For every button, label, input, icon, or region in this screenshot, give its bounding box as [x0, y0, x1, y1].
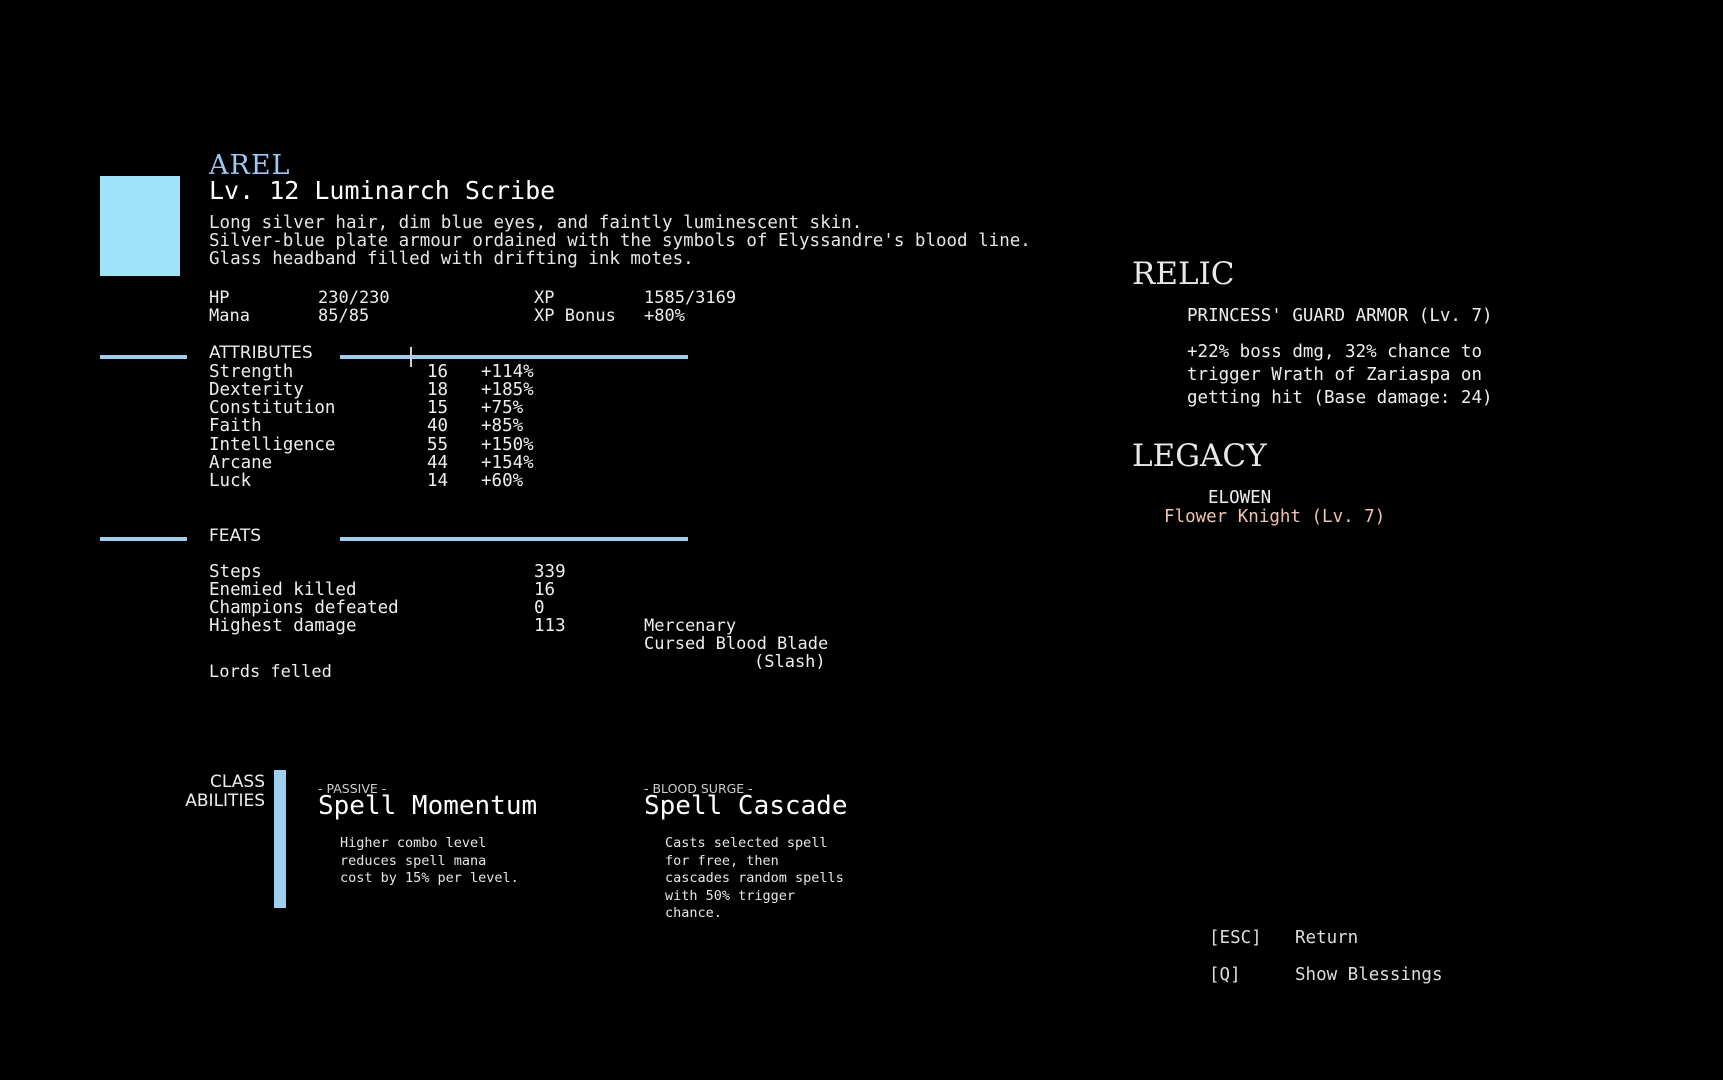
highest-damage-weapon: Cursed Blood Blade: [644, 634, 829, 654]
return-button[interactable]: Return: [1295, 928, 1358, 948]
ability-desc-line: chance.: [665, 905, 722, 921]
q-key-hint: [Q]: [1209, 965, 1241, 985]
attribute-name: Intelligence: [209, 435, 336, 455]
legacy-heading: LEGACY: [1132, 438, 1267, 474]
attribute-value: 40: [427, 416, 449, 436]
feats-label: FEATS: [209, 526, 262, 546]
xp-bonus-value: +80%: [644, 306, 685, 326]
mana-value: 85/85: [318, 306, 370, 326]
class-abilities-label-line: ABILITIES: [185, 791, 265, 811]
ability-desc-spell-momentum: Higher combo level reduces spell mana cost…: [340, 835, 519, 888]
attribute-value: 18: [427, 380, 449, 400]
relic-item-name: PRINCESS' GUARD ARMOR (Lv. 7): [1187, 306, 1493, 326]
feat-value: 113: [534, 616, 566, 636]
relic-heading: RELIC: [1132, 256, 1235, 292]
attribute-name: Arcane: [209, 453, 273, 473]
attribute-value: 15: [427, 398, 449, 418]
feat-value: 0: [534, 598, 545, 618]
feat-value: 16: [534, 580, 556, 600]
character-portrait: [100, 176, 180, 276]
highest-damage-source-type: Mercenary: [644, 616, 737, 636]
attribute-value: 16: [427, 362, 449, 382]
attribute-bonus: +85%: [481, 416, 524, 436]
feat-name: Steps: [209, 562, 262, 582]
feats-divider-right: [340, 537, 688, 541]
attribute-name: Dexterity: [209, 380, 304, 400]
ability-desc-spell-cascade: Casts selected spell for free, then cascad…: [665, 835, 844, 923]
attributes-label: ATTRIBUTES: [209, 343, 313, 363]
attributes-divider-right: [340, 355, 688, 359]
ability-desc-line: cascades random spells: [665, 870, 844, 886]
attribute-value: 55: [427, 435, 449, 455]
description-line: Long silver hair, dim blue eyes, and fai…: [209, 213, 863, 233]
attribute-name: Strength: [209, 362, 294, 382]
ability-desc-line: for free, then: [665, 852, 779, 869]
attribute-bonus: +150%: [481, 435, 534, 455]
abilities-accent-bar: [274, 770, 286, 908]
character-class: Lv. 12 Luminarch Scribe: [209, 176, 556, 205]
esc-key-hint: [ESC]: [1209, 928, 1262, 948]
class-abilities-label: CLASS ABILITIES: [166, 773, 265, 811]
attribute-value: 44: [427, 453, 449, 473]
feat-name: Enemied killed: [209, 580, 357, 600]
attribute-name: Luck: [209, 471, 252, 491]
cursor-mark: [410, 347, 412, 367]
ability-desc-line: with 50% trigger: [665, 887, 796, 904]
ability-name-spell-cascade: Spell Cascade: [644, 791, 848, 821]
mana-label: Mana: [209, 306, 250, 326]
attribute-bonus: +75%: [481, 398, 524, 418]
description-line: Silver-blue plate armour ordained with t…: [209, 231, 1031, 251]
relic-effect-line: +22% boss dmg, 32% chance to: [1187, 342, 1483, 362]
hp-value: 230/230: [318, 288, 390, 308]
relic-effect-line: trigger Wrath of Zariaspa on: [1187, 365, 1483, 385]
ability-desc-line: Casts selected spell: [665, 835, 828, 851]
feats-divider-left: [100, 537, 187, 541]
attribute-name: Faith: [209, 416, 262, 436]
attribute-name: Constitution: [209, 398, 336, 418]
attribute-bonus: +114%: [481, 362, 534, 382]
feat-name: Champions defeated: [209, 598, 399, 618]
ability-desc-line: Higher combo level: [340, 835, 487, 851]
ability-name-spell-momentum: Spell Momentum: [318, 791, 538, 821]
attribute-bonus: +185%: [481, 380, 534, 400]
legacy-class: Flower Knight (Lv. 7): [1164, 507, 1386, 527]
relic-effect-line: getting hit (Base damage: 24): [1187, 388, 1493, 408]
description-line: Glass headband filled with drifting ink …: [209, 249, 694, 269]
feat-value: 339: [534, 562, 566, 582]
show-blessings-button[interactable]: Show Blessings: [1295, 965, 1443, 985]
attribute-bonus: +154%: [481, 453, 534, 473]
xp-bonus-label: XP Bonus: [534, 306, 616, 326]
hp-label: HP: [209, 288, 230, 308]
attributes-divider-left: [100, 355, 187, 359]
highest-damage-type: (Slash): [754, 652, 826, 672]
xp-label: XP: [534, 288, 555, 308]
ability-desc-line: reduces spell mana: [340, 852, 487, 869]
attribute-bonus: +60%: [481, 471, 524, 491]
class-abilities-label-line: CLASS: [210, 772, 265, 792]
ability-desc-line: cost by 15% per level.: [340, 870, 519, 886]
xp-value: 1585/3169: [644, 288, 737, 308]
lords-felled-label: Lords felled: [209, 662, 332, 682]
feat-name: Highest damage: [209, 616, 357, 636]
attribute-value: 14: [427, 471, 449, 491]
